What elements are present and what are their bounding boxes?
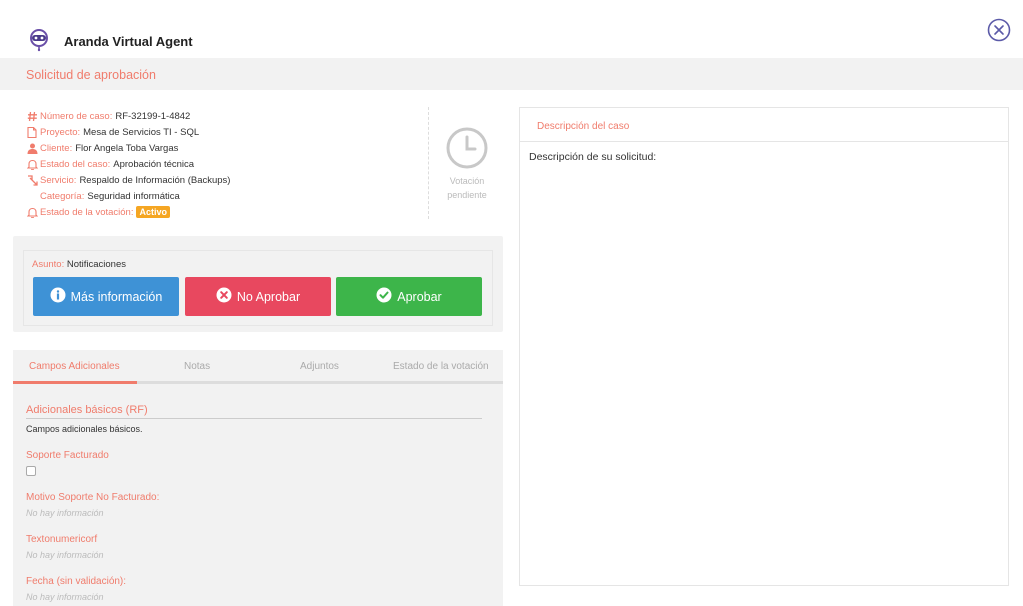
reject-label: No Aprobar: [236, 289, 301, 304]
additional-fields: Adicionales básicos (RF) Campos adiciona…: [26, 404, 482, 602]
category-label: Categoría:: [40, 190, 85, 202]
case-number-row: Número de caso: RF-32199-1-4842: [26, 108, 416, 124]
description-title: Descripción del caso: [537, 121, 630, 132]
description-header: Descripción del caso: [520, 108, 1008, 142]
action-panel: Asunto: Notificaciones Más información N…: [13, 236, 503, 332]
vote-pending-line2: pendiente: [447, 190, 487, 200]
app-title: Aranda Virtual Agent: [64, 34, 193, 49]
case-number-value: RF-32199-1-4842: [115, 110, 191, 122]
x-circle-icon: [216, 287, 237, 306]
tabs-panel: Campos Adicionales Notas Adjuntos Estado…: [13, 350, 503, 606]
client-value: Flor Angela Toba Vargas: [75, 142, 179, 154]
vote-pending-line1: Votación: [449, 176, 485, 186]
project-label: Proyecto:: [40, 126, 81, 138]
clock-icon: [438, 126, 496, 170]
project-value: Mesa de Servicios TI - SQL: [83, 126, 200, 138]
section-header: Solicitud de aprobación: [0, 58, 1023, 90]
bell-icon: [26, 158, 38, 170]
service-row: Servicio: Respaldo de Información (Backu…: [26, 172, 416, 188]
document-icon: [26, 126, 38, 138]
bell-icon: [26, 206, 38, 218]
case-number-label: Número de caso:: [40, 110, 113, 122]
hash-icon: [26, 110, 38, 122]
tab-campos-adicionales[interactable]: Campos Adicionales: [29, 361, 120, 372]
vote-status-label: Estado de la votación:: [40, 206, 134, 218]
textonumericorf-value: No hay información: [26, 550, 104, 560]
top-bar: Aranda Virtual Agent: [0, 0, 1023, 58]
fecha-value: No hay información: [26, 592, 104, 602]
description-body: Descripción de su solicitud:: [529, 151, 657, 163]
more-info-button[interactable]: Más información: [33, 277, 179, 316]
service-value: Respaldo de Información (Backups): [79, 174, 231, 186]
aranda-logo-icon: [27, 28, 51, 52]
tab-notas[interactable]: Notas: [184, 361, 210, 372]
check-circle-icon: [376, 287, 397, 306]
client-row: Cliente: Flor Angela Toba Vargas: [26, 140, 416, 156]
reject-button[interactable]: No Aprobar: [185, 277, 331, 316]
motivo-label: Motivo Soporte No Facturado:: [26, 492, 160, 503]
divider: [428, 107, 429, 219]
case-status-label: Estado del caso:: [40, 158, 111, 170]
tab-estado-votacion[interactable]: Estado de la votación: [393, 361, 489, 372]
person-icon: [26, 142, 38, 154]
active-tab-indicator: [13, 381, 137, 384]
project-row: Proyecto: Mesa de Servicios TI - SQL: [26, 124, 416, 140]
service-label: Servicio:: [40, 174, 77, 186]
category-value: Seguridad informática: [87, 190, 180, 202]
info-circle-icon: [50, 287, 71, 306]
vote-status-row: Estado de la votación: Activo: [26, 204, 416, 220]
close-icon[interactable]: [987, 18, 1011, 42]
fecha-label: Fecha (sin validación):: [26, 576, 127, 587]
vote-pending: Votación pendiente: [438, 126, 496, 202]
additional-section-title: Adicionales básicos (RF): [26, 404, 482, 419]
service-icon: [26, 174, 38, 186]
tab-adjuntos[interactable]: Adjuntos: [300, 361, 339, 372]
page-title: Solicitud de aprobación: [26, 68, 156, 82]
soporte-facturado-label: Soporte Facturado: [26, 450, 109, 461]
status-badge: Activo: [136, 206, 170, 218]
more-info-label: Más información: [70, 289, 163, 304]
subject-value: Notificaciones: [66, 259, 126, 270]
action-inner: Asunto: Notificaciones Más información N…: [23, 250, 493, 326]
motivo-value: No hay información: [26, 508, 104, 518]
approve-button[interactable]: Aprobar: [336, 277, 482, 316]
approve-label: Aprobar: [397, 289, 442, 304]
subject: Asunto: Notificaciones: [32, 259, 126, 270]
description-panel: Descripción del caso Descripción de su s…: [519, 107, 1009, 586]
case-info: Número de caso: RF-32199-1-4842 Proyecto…: [26, 108, 416, 220]
case-status-value: Aprobación técnica: [113, 158, 195, 170]
case-status-row: Estado del caso: Aprobación técnica: [26, 156, 416, 172]
subject-label: Asunto:: [32, 259, 65, 270]
soporte-facturado-checkbox[interactable]: [26, 466, 36, 476]
client-label: Cliente:: [40, 142, 73, 154]
tab-bar: Campos Adicionales Notas Adjuntos Estado…: [13, 350, 503, 384]
textonumericorf-label: Textonumericorf: [26, 534, 98, 545]
additional-section-desc: Campos adicionales básicos.: [26, 424, 143, 434]
category-row: Categoría: Seguridad informática: [26, 188, 416, 204]
